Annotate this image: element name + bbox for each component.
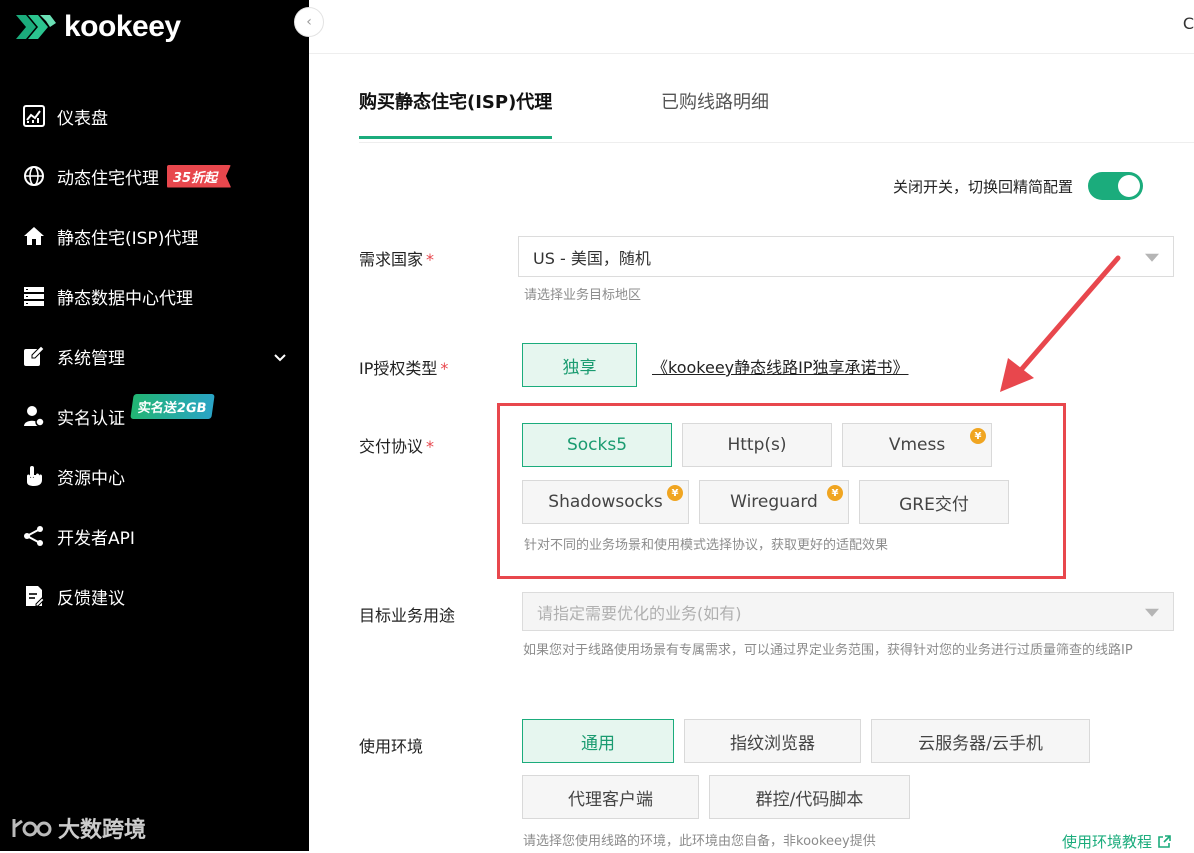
sidebar-item-label: 动态住宅代理: [57, 168, 159, 189]
sidebar-item-static-isp[interactable]: 静态住宅(ISP)代理: [0, 206, 309, 266]
share-nodes-icon: [22, 524, 46, 548]
sidebar-item-label: 反馈建议: [57, 588, 125, 609]
sidebar-item-label: 系统管理: [57, 348, 125, 369]
env-hint: 请选择您使用线路的环境，此环境由您自备，非kookeey提供: [523, 834, 876, 849]
dropdown-caret-icon: [1145, 608, 1159, 617]
sidebar-item-feedback[interactable]: 反馈建议: [0, 566, 309, 626]
country-label: 需求国家 *: [359, 246, 434, 270]
sidebar-item-developer-api[interactable]: 开发者API: [0, 506, 309, 566]
target-label-text: 目标业务用途: [359, 606, 456, 625]
home-icon: [22, 224, 46, 248]
verification-badge: 实名送2GB: [130, 394, 215, 419]
watermark-text: 大数跨境: [58, 818, 147, 843]
sidebar-item-dynamic-residential[interactable]: 动态住宅代理 35折起: [0, 146, 309, 206]
required-mark: *: [426, 437, 435, 456]
chevron-left-icon: ‹: [306, 14, 312, 30]
sidebar-item-label: 开发者API: [57, 528, 135, 549]
server-icon: [22, 284, 46, 308]
sidebar-item-label: 仪表盘: [57, 108, 108, 129]
env-option-cloud-server[interactable]: 云服务器/云手机: [871, 719, 1090, 763]
tab-buy-isp[interactable]: 购买静态住宅(ISP)代理: [359, 88, 553, 139]
protocol-label: 交付协议 *: [359, 433, 434, 457]
required-mark: *: [426, 250, 435, 269]
topbar-cut-text: C: [1182, 14, 1194, 33]
required-mark: *: [440, 359, 449, 378]
tab-purchased-lines[interactable]: 已购线路明细: [661, 88, 769, 114]
protocol-label-text: 交付协议: [359, 437, 424, 456]
external-link-icon: [1158, 834, 1171, 848]
collapse-sidebar-button[interactable]: ‹: [294, 7, 324, 37]
sidebar-item-verification[interactable]: 实名认证 实名送2GB: [0, 386, 309, 446]
country-label-text: 需求国家: [359, 250, 424, 269]
topbar: C: [309, 0, 1194, 54]
option-label: 代理客户端: [568, 789, 653, 810]
sidebar-item-label: 静态住宅(ISP)代理: [57, 228, 199, 249]
sidebar-item-label: 实名认证: [57, 408, 125, 429]
ip-auth-exclusive-option[interactable]: 独享: [522, 343, 637, 387]
option-label: 云服务器/云手机: [918, 733, 1043, 754]
dropdown-caret-icon: [1145, 253, 1159, 262]
env-option-general[interactable]: 通用: [522, 719, 674, 763]
target-select-placeholder: 请指定需要优化的业务(如有): [537, 603, 742, 623]
env-tutorial-label: 使用环境教程: [1062, 833, 1153, 851]
env-option-script[interactable]: 群控/代码脚本: [709, 775, 910, 819]
user-id-icon: [22, 404, 46, 428]
env-option-proxy-client[interactable]: 代理客户端: [522, 775, 699, 819]
discount-badge: 35折起: [167, 164, 232, 188]
globe-icon: [22, 164, 46, 188]
country-hint: 请选择业务目标地区: [524, 288, 642, 303]
ip-auth-label-text: IP授权类型: [359, 359, 438, 378]
annotation-arrow-icon: [1000, 255, 1121, 392]
sidebar-item-label: 资源中心: [57, 468, 125, 489]
option-label: 指纹浏览器: [730, 733, 815, 754]
toggle-label: 关闭开关，切换回精简配置: [893, 177, 1074, 196]
option-label: 群控/代码脚本: [755, 789, 864, 810]
feedback-icon: [22, 584, 46, 608]
kookeey-logo-icon: [16, 15, 56, 39]
env-label-text: 使用环境: [359, 737, 424, 756]
edit-icon: [22, 344, 46, 368]
sidebar: kookeey 仪表盘 动态住宅代理 35折起 静态住宅(ISP)代理 静态数据…: [0, 0, 309, 851]
tabs: 购买静态住宅(ISP)代理 已购线路明细: [359, 82, 1194, 143]
logo-text: kookeey: [64, 10, 181, 43]
option-label: 通用: [581, 733, 615, 754]
sidebar-item-resources[interactable]: 资源中心: [0, 446, 309, 506]
sidebar-item-label: 静态数据中心代理: [57, 288, 193, 309]
env-tutorial-link[interactable]: 使用环境教程: [1062, 831, 1171, 852]
ip-auth-label: IP授权类型 *: [359, 355, 448, 379]
sidebar-item-static-datacenter[interactable]: 静态数据中心代理: [0, 266, 309, 326]
target-hint: 如果您对于线路使用场景有专属需求，可以通过界定业务范围，获得针对您的业务进行过质…: [523, 643, 1133, 658]
country-select-value: US - 美国，随机: [533, 248, 651, 268]
commitment-doc-link[interactable]: 《kookeey静态线路IP独享承诺书》: [652, 354, 909, 378]
option-label: 独享: [562, 357, 597, 378]
sidebar-item-system[interactable]: 系统管理: [0, 326, 309, 386]
target-business-select[interactable]: 请指定需要优化的业务(如有): [522, 592, 1174, 631]
config-toggle-switch[interactable]: [1088, 172, 1144, 200]
sidebar-nav: 仪表盘 动态住宅代理 35折起 静态住宅(ISP)代理 静态数据中心代理 系统管…: [0, 86, 309, 626]
dashboard-icon: [22, 104, 46, 128]
target-label: 目标业务用途: [359, 602, 455, 626]
watermark-logo-icon: [12, 819, 52, 837]
watermark: 大数跨境: [12, 812, 146, 844]
logo[interactable]: kookeey: [14, 10, 181, 44]
config-toggle-row: 关闭开关，切换回精简配置: [893, 172, 1144, 200]
hand-pointer-icon: [22, 464, 46, 488]
sidebar-item-dashboard[interactable]: 仪表盘: [0, 86, 309, 146]
env-label: 使用环境: [359, 733, 423, 757]
chevron-down-icon[interactable]: [273, 348, 287, 368]
env-option-fingerprint-browser[interactable]: 指纹浏览器: [684, 719, 861, 763]
highlight-box: [497, 403, 1066, 579]
